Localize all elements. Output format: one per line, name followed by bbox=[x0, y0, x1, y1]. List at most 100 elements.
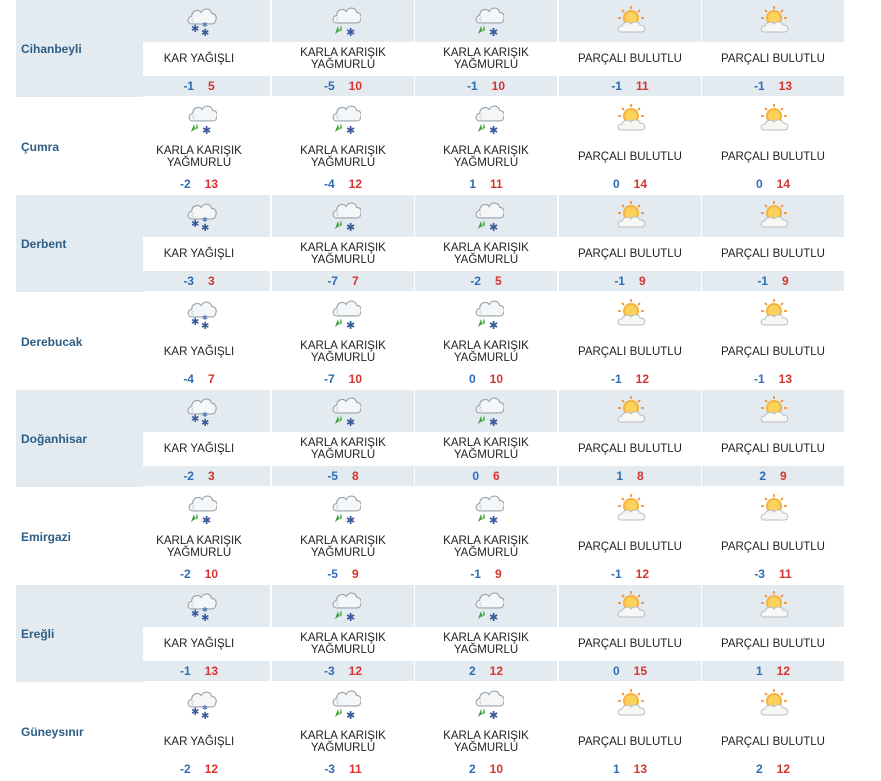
temperature-range: -1 9 bbox=[559, 271, 701, 291]
temperature-range: 0 14 bbox=[559, 174, 701, 194]
svg-text:✱: ✱ bbox=[346, 514, 355, 525]
max-temperature: 13 bbox=[204, 664, 219, 678]
partly-cloudy-icon bbox=[759, 200, 791, 232]
city-name[interactable]: Derebucak bbox=[21, 293, 141, 390]
city-name[interactable]: Doğanhisar bbox=[21, 390, 141, 487]
city-row: Derbent ✱ ✱ ✱ KAR YAĞIŞLI -3 3 ✱ KARLA K… bbox=[16, 195, 862, 292]
max-temperature: 12 bbox=[489, 664, 504, 678]
forecast-day-cell: ✱ KARLA KARIŞIK YAĞMURLU -7 10 bbox=[272, 293, 414, 390]
temperature-range: -1 11 bbox=[559, 76, 701, 96]
cloud-sleet-icon: ✱ bbox=[329, 395, 362, 429]
forecast-day-cell: ✱ KARLA KARIŞIK YAĞMURLU -2 10 bbox=[128, 488, 270, 585]
cloud-sleet-icon: ✱ bbox=[329, 590, 362, 624]
max-temperature: 9 bbox=[494, 567, 502, 581]
forecast-day-cell: PARÇALI BULUTLU -1 9 bbox=[702, 195, 844, 292]
temperature-range: -5 9 bbox=[272, 564, 414, 584]
svg-text:✱: ✱ bbox=[346, 124, 355, 135]
city-cell: Derebucak bbox=[16, 293, 143, 390]
partly-cloudy-icon bbox=[616, 103, 648, 135]
partly-cloudy-icon bbox=[616, 688, 648, 720]
weather-condition: KARLA KARIŞIK YAĞMURLU bbox=[300, 47, 386, 71]
temperature-range: -2 3 bbox=[128, 466, 270, 486]
min-temperature: -5 bbox=[327, 567, 338, 581]
partly-cloudy-icon bbox=[616, 298, 648, 330]
weather-condition: KARLA KARIŞIK YAĞMURLU bbox=[443, 145, 529, 169]
cloud-sleet-icon: ✱ bbox=[472, 688, 505, 722]
partly-cloudy-icon bbox=[759, 590, 791, 622]
cloud-sleet-icon: ✱ bbox=[329, 298, 362, 332]
max-temperature: 11 bbox=[490, 177, 503, 191]
min-temperature: -5 bbox=[323, 79, 335, 93]
forecast-day-cell: PARÇALI BULUTLU -1 12 bbox=[559, 488, 701, 585]
temperature-range: -1 10 bbox=[415, 76, 557, 96]
cloud-sleet-icon: ✱ bbox=[472, 200, 505, 234]
forecast-day-cell: ✱ KARLA KARIŞIK YAĞMURLU -7 7 bbox=[272, 195, 414, 292]
weather-condition: PARÇALI BULUTLU bbox=[578, 53, 682, 65]
max-temperature: 12 bbox=[776, 664, 791, 678]
forecast-day-cell: ✱ KARLA KARIŞIK YAĞMURLU 0 10 bbox=[415, 293, 557, 390]
temperature-range: -1 12 bbox=[559, 369, 701, 389]
max-temperature: 9 bbox=[638, 274, 646, 288]
city-row: Ereğli ✱ ✱ ✱ KAR YAĞIŞLI -1 13 ✱ KARLA K… bbox=[16, 585, 862, 682]
max-temperature: 11 bbox=[778, 567, 792, 581]
min-temperature: -2 bbox=[179, 762, 191, 776]
min-temperature: -2 bbox=[179, 567, 191, 581]
city-cell: Çumra bbox=[16, 98, 143, 195]
min-temperature: -1 bbox=[610, 372, 622, 386]
max-temperature: 12 bbox=[635, 372, 650, 386]
max-temperature: 14 bbox=[633, 177, 648, 191]
min-temperature: -1 bbox=[753, 372, 765, 386]
cloud-snow-icon: ✱ ✱ ✱ bbox=[185, 298, 217, 332]
min-temperature: -7 bbox=[327, 274, 338, 288]
city-cell: Güneysınır bbox=[16, 683, 143, 780]
city-name[interactable]: Cihanbeyli bbox=[21, 0, 141, 97]
max-temperature: 5 bbox=[494, 274, 502, 288]
weather-condition: PARÇALI BULUTLU bbox=[578, 443, 682, 455]
svg-text:✱: ✱ bbox=[202, 21, 208, 29]
weather-condition: KARLA KARIŞIK YAĞMURLU bbox=[443, 730, 529, 754]
forecast-day-cell: PARÇALI BULUTLU -1 13 bbox=[702, 293, 844, 390]
temperature-range: 1 12 bbox=[702, 661, 844, 681]
weather-condition: PARÇALI BULUTLU bbox=[578, 248, 682, 260]
min-temperature: -3 bbox=[183, 274, 194, 288]
temperature-range: 2 12 bbox=[702, 759, 844, 779]
svg-text:✱: ✱ bbox=[191, 24, 199, 35]
city-name[interactable]: Çumra bbox=[21, 98, 141, 195]
temperature-range: -1 13 bbox=[702, 369, 844, 389]
svg-text:✱: ✱ bbox=[202, 314, 208, 322]
city-name[interactable]: Ereğli bbox=[21, 585, 141, 682]
svg-text:✱: ✱ bbox=[191, 707, 199, 718]
max-temperature: 6 bbox=[493, 469, 500, 483]
weather-condition: KARLA KARIŞIK YAĞMURLU bbox=[443, 632, 529, 656]
min-temperature: -3 bbox=[323, 664, 335, 678]
min-temperature: -1 bbox=[179, 664, 191, 678]
partly-cloudy-icon bbox=[759, 493, 791, 525]
city-name[interactable]: Emirgazi bbox=[21, 488, 141, 585]
weather-condition: KAR YAĞIŞLI bbox=[163, 736, 235, 748]
city-name[interactable]: Derbent bbox=[21, 195, 141, 292]
min-temperature: 2 bbox=[755, 762, 763, 776]
temperature-range: -1 9 bbox=[415, 564, 557, 584]
city-row: Cihanbeyli ✱ ✱ ✱ KAR YAĞIŞLI -1 5 ✱ KARL… bbox=[16, 0, 862, 97]
cloud-sleet-icon: ✱ bbox=[329, 493, 362, 527]
cloud-sleet-icon: ✱ bbox=[472, 493, 505, 527]
temperature-range: 1 13 bbox=[559, 759, 701, 779]
cloud-sleet-icon: ✱ bbox=[329, 103, 362, 137]
forecast-day-cell: ✱ ✱ ✱ KAR YAĞIŞLI -1 13 bbox=[128, 585, 270, 682]
weather-condition: PARÇALI BULUTLU bbox=[721, 638, 825, 650]
svg-text:✱: ✱ bbox=[202, 411, 208, 419]
min-temperature: 0 bbox=[472, 469, 479, 483]
svg-text:✱: ✱ bbox=[489, 416, 498, 427]
partly-cloudy-icon bbox=[616, 493, 648, 525]
city-row: Çumra ✱ KARLA KARIŞIK YAĞMURLU -2 13 ✱ K… bbox=[16, 98, 862, 195]
svg-text:✱: ✱ bbox=[202, 704, 208, 712]
temperature-range: -2 10 bbox=[128, 564, 270, 584]
min-temperature: -1 bbox=[183, 79, 194, 93]
temperature-range: -4 12 bbox=[272, 174, 414, 194]
svg-text:✱: ✱ bbox=[489, 26, 498, 37]
partly-cloudy-icon bbox=[759, 5, 791, 37]
temperature-range: -7 10 bbox=[272, 369, 414, 389]
city-cell: Cihanbeyli bbox=[16, 0, 143, 97]
forecast-day-cell: ✱ KARLA KARIŞIK YAĞMURLU -1 10 bbox=[415, 0, 557, 97]
city-name[interactable]: Güneysınır bbox=[21, 683, 141, 780]
